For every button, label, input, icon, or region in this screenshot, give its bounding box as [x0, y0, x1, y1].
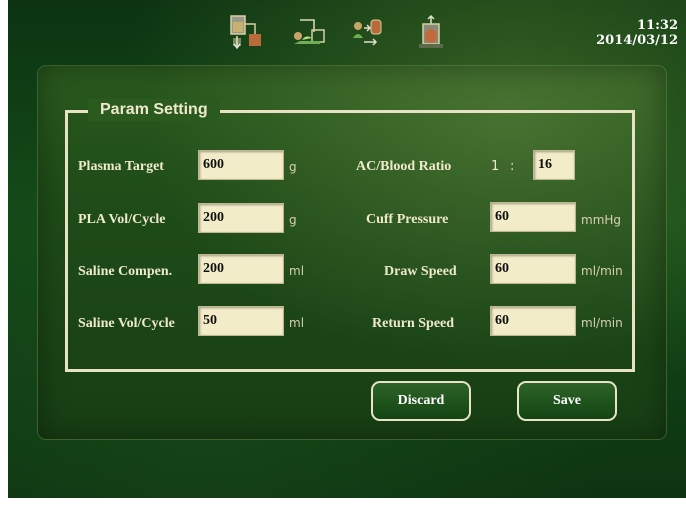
discard-button[interactable]: Discard [371, 381, 471, 421]
clock-date: 2014/03/12 [596, 33, 678, 48]
saline-compen-input[interactable]: 200 [198, 254, 284, 284]
saline-vol-cycle-label: Saline Vol/Cycle [78, 316, 175, 331]
return-speed-unit: ml/min [581, 316, 623, 330]
cuff-pressure-unit: mmHg [581, 213, 622, 227]
draw-speed-label: Draw Speed [384, 264, 457, 279]
ac-blood-ratio-prefix: 1 [491, 159, 500, 174]
patient-donor-icon[interactable] [290, 14, 326, 50]
separator-bag-icon[interactable] [229, 14, 265, 50]
draw-speed-input[interactable]: 60 [490, 254, 576, 284]
group-title: Param Setting [88, 99, 220, 121]
clock-time: 11:32 [637, 18, 678, 33]
cuff-pressure-label: Cuff Pressure [366, 212, 449, 227]
draw-speed-unit: ml/min [581, 264, 623, 278]
ac-blood-ratio-input[interactable]: 16 [533, 150, 575, 180]
plasma-target-label: Plasma Target [78, 159, 164, 174]
plasma-target-input[interactable]: 600 [198, 150, 284, 180]
clock: 11:32 2014/03/12 [596, 18, 678, 48]
saline-vol-cycle-input[interactable]: 50 [198, 306, 284, 336]
pla-vol-cycle-input[interactable]: 200 [198, 203, 284, 233]
screen: 11:32 2014/03/12 Param Setting Plasma Ta… [8, 0, 686, 498]
saline-compen-label: Saline Compen. [78, 264, 173, 279]
collection-bag-icon[interactable] [413, 14, 449, 50]
saline-compen-unit: ml [289, 264, 305, 278]
plasma-target-unit: g [289, 160, 297, 174]
pla-vol-cycle-label: PLA Vol/Cycle [78, 212, 166, 227]
pla-vol-cycle-unit: g [289, 213, 297, 227]
return-speed-input[interactable]: 60 [490, 306, 576, 336]
save-button[interactable]: Save [517, 381, 617, 421]
cell-processing-icon[interactable] [350, 14, 386, 50]
saline-vol-cycle-unit: ml [289, 316, 305, 330]
cuff-pressure-input[interactable]: 60 [490, 202, 576, 232]
return-speed-label: Return Speed [372, 316, 455, 331]
param-setting-panel: Param Setting Plasma Target 600 g PLA Vo… [38, 66, 666, 439]
ac-blood-ratio-separator: : [510, 159, 515, 174]
ac-blood-ratio-label: AC/Blood Ratio [356, 159, 452, 174]
